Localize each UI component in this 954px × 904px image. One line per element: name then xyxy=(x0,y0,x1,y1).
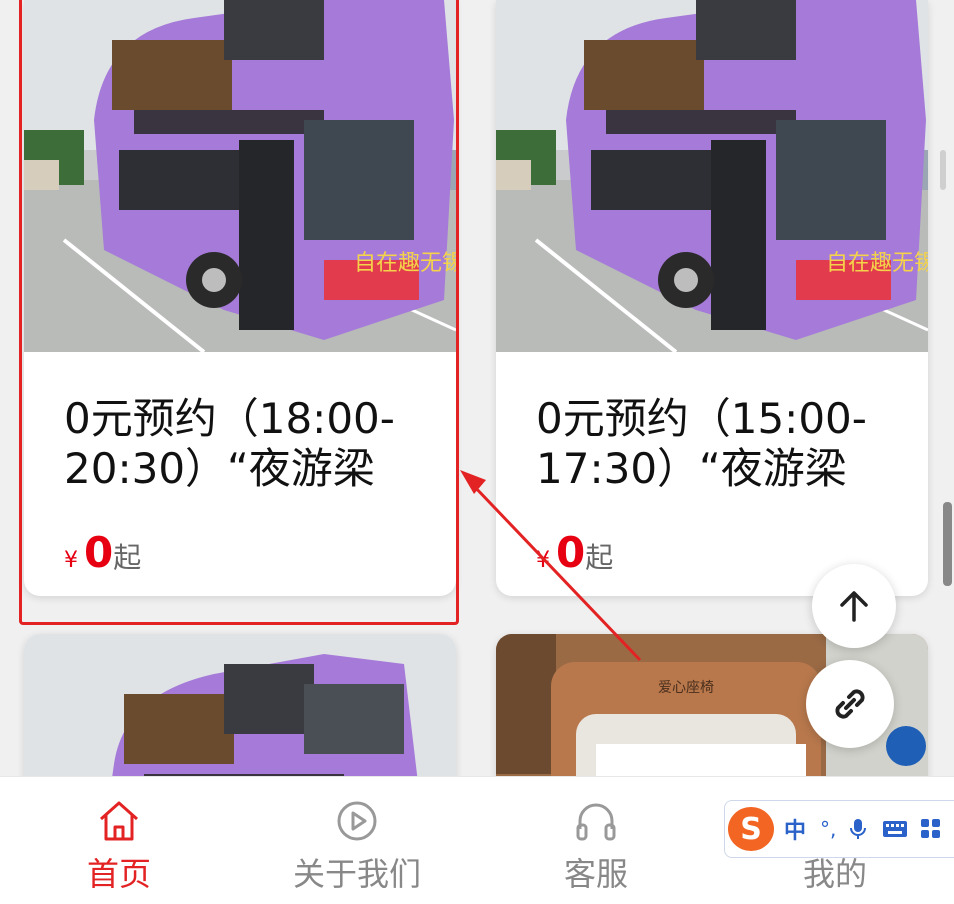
keyboard-icon[interactable] xyxy=(882,819,908,839)
price-block: ¥ 0 起 xyxy=(64,528,141,578)
bus-wrap-text: 自在趣无锡 xyxy=(354,251,456,276)
product-card[interactable]: 自在趣无锡 0元预约（15:00-17:30）“夜游梁 ¥ 0 起 xyxy=(496,0,928,596)
tab-home[interactable]: 首页 xyxy=(0,777,238,904)
price-amount: 0 xyxy=(556,528,586,577)
home-icon xyxy=(100,801,138,841)
bus-wrap-text: 自在趣无锡 xyxy=(826,251,928,276)
price-suffix: 起 xyxy=(585,541,614,574)
product-image: 自在趣无锡 xyxy=(24,0,456,352)
apps-grid-icon[interactable] xyxy=(920,818,942,840)
microphone-icon[interactable] xyxy=(848,817,868,841)
headphones-icon xyxy=(576,803,616,841)
tab-label: 首页 xyxy=(86,855,151,893)
arrow-up-icon xyxy=(840,591,868,622)
scrollbar-thumb[interactable] xyxy=(943,502,952,586)
tab-service[interactable]: 客服 xyxy=(477,777,715,904)
product-card[interactable]: 自在趣无锡 0元预约（18:00-20:30）“夜游梁 ¥ 0 起 xyxy=(24,0,456,596)
sogou-logo[interactable]: S xyxy=(728,807,774,851)
ime-toolbar[interactable]: S 中 °, xyxy=(724,800,954,858)
product-image: 自在趣无锡 xyxy=(496,0,928,352)
ime-mode-toggle[interactable]: 中 xyxy=(784,813,806,845)
link-icon xyxy=(835,689,865,719)
price-suffix: 起 xyxy=(113,541,142,574)
product-title: 0元预约（15:00-17:30）“夜游梁 xyxy=(536,394,867,493)
price-amount: 0 xyxy=(84,528,114,577)
tab-label: 关于我们 xyxy=(292,855,421,893)
seat-sign-text: 爱心座椅 xyxy=(658,680,714,696)
ime-punctuation-toggle[interactable]: °, xyxy=(820,817,836,841)
share-link-button[interactable] xyxy=(806,660,894,748)
scrollbar-track[interactable] xyxy=(940,150,946,190)
play-icon xyxy=(337,801,377,841)
price-block: ¥ 0 起 xyxy=(536,528,613,578)
currency-symbol: ¥ xyxy=(536,548,550,573)
tab-about[interactable]: 关于我们 xyxy=(238,777,476,904)
back-to-top-button[interactable] xyxy=(812,564,896,648)
product-title: 0元预约（18:00-20:30）“夜游梁 xyxy=(64,394,395,493)
tab-label: 客服 xyxy=(563,855,628,893)
currency-symbol: ¥ xyxy=(64,548,78,573)
